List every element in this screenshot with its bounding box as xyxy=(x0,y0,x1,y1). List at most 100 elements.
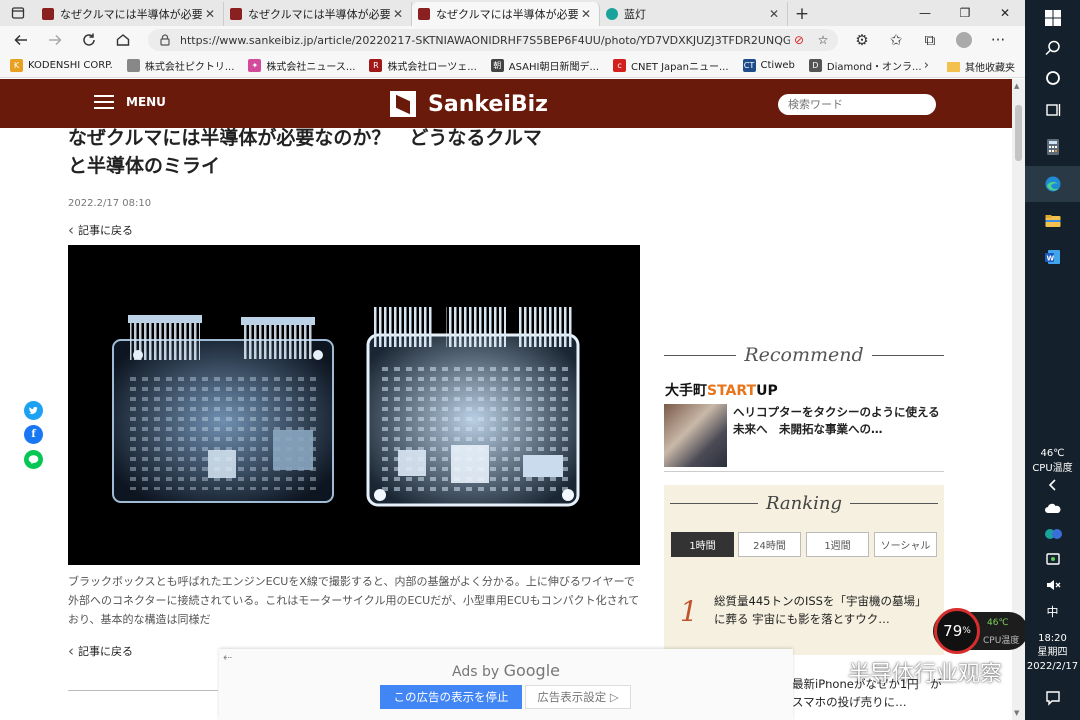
restore-button[interactable]: ❐ xyxy=(945,0,985,26)
recommend-thumbnail[interactable] xyxy=(664,404,727,467)
taskbar-search-button[interactable] xyxy=(1025,38,1080,58)
browser-tab-1[interactable]: なぜクルマには半導体が必要なのか ✕ xyxy=(36,2,224,26)
tab-close-icon[interactable]: ✕ xyxy=(391,7,405,21)
twitter-bird-icon xyxy=(29,406,38,415)
ranking-tab-24-hours[interactable]: 24時間 xyxy=(738,532,801,557)
cloud-icon xyxy=(1044,503,1060,513)
collections-button[interactable]: ⧉ xyxy=(913,26,947,54)
ad-settings-button[interactable]: 広告表示設定 ▷ xyxy=(525,685,631,709)
volume-tray[interactable] xyxy=(1025,576,1080,594)
task-view-button[interactable] xyxy=(1025,100,1080,120)
word-icon: W xyxy=(1044,250,1060,264)
lantern-tray[interactable] xyxy=(1025,524,1080,544)
favorites-button[interactable]: ✩ xyxy=(879,26,913,54)
tab-close-icon[interactable]: ✕ xyxy=(203,7,217,21)
ads-by-text: Ads by xyxy=(451,664,500,680)
minimize-button[interactable]: — xyxy=(905,0,945,26)
calculator-app[interactable] xyxy=(1025,136,1080,158)
url-text: https://www.sankeibiz.jp/article/2022021… xyxy=(180,33,790,47)
line-share-button[interactable] xyxy=(24,450,43,469)
scroll-down-icon[interactable]: ▼ xyxy=(1014,709,1019,717)
windows-logo-icon xyxy=(1044,10,1061,26)
sankeibiz-favicon-icon xyxy=(418,8,430,20)
close-window-button[interactable]: ✕ xyxy=(985,0,1025,26)
rank-1-article-link[interactable]: 総質量445トンのISSを「宇宙機の墓場」に葬る 宇宙にも影を落とすウク… xyxy=(714,592,936,628)
favorites-icon: ✩ xyxy=(889,31,903,49)
scroll-thumb[interactable] xyxy=(1015,105,1022,161)
tray-cpu-temp[interactable]: 46℃ CPU温度 xyxy=(1025,447,1080,475)
extensions-button[interactable]: ⚙ xyxy=(845,26,879,54)
browser-tab-4[interactable]: 蓝灯 ✕ xyxy=(600,2,788,26)
ranking-tab-1-hour[interactable]: 1時間 xyxy=(671,532,734,557)
file-explorer-app[interactable] xyxy=(1025,210,1080,232)
tab-actions-button[interactable] xyxy=(0,0,36,26)
home-icon xyxy=(116,34,130,46)
taskbar-clock[interactable]: 18:20 星期四 2022/2/17 xyxy=(1025,632,1080,674)
collections-icon: ⧉ xyxy=(924,31,936,49)
ranking-tab-1-week[interactable]: 1週間 xyxy=(806,532,869,557)
recommend-heading: Recommend xyxy=(664,343,944,367)
tray-cpu-temp-label: CPU温度 xyxy=(1032,463,1073,474)
settings-menu-button[interactable]: ··· xyxy=(981,26,1015,54)
network-monitor-tray[interactable] xyxy=(1025,550,1080,570)
forward-button[interactable] xyxy=(38,26,72,54)
otemachi-startup-logo[interactable]: 大手町STARTUP xyxy=(665,380,778,400)
folder-icon xyxy=(1045,215,1060,227)
search-input[interactable] xyxy=(778,94,936,115)
window-controls: — ❐ ✕ xyxy=(905,0,1025,26)
notification-center-button[interactable] xyxy=(1025,688,1080,708)
tab-close-icon[interactable]: ✕ xyxy=(579,7,593,21)
facebook-share-button[interactable]: f xyxy=(24,425,43,444)
back-to-article-link-bottom[interactable]: 記事に戻る xyxy=(68,642,133,660)
twitter-share-button[interactable] xyxy=(24,401,43,420)
ranking-tab-social[interactable]: ソーシャル xyxy=(874,532,937,557)
new-tab-button[interactable]: + xyxy=(788,2,816,26)
address-bar[interactable]: https://www.sankeibiz.jp/article/2022021… xyxy=(148,29,838,51)
other-bookmarks-folder[interactable]: 其他收藏夹 xyxy=(947,59,1015,74)
home-button[interactable] xyxy=(106,26,140,54)
word-app[interactable]: W xyxy=(1025,246,1080,268)
menu-label: MENU xyxy=(126,95,166,109)
favorite-star-icon[interactable]: ☆ xyxy=(814,31,832,49)
back-to-article-link[interactable]: 記事に戻る xyxy=(68,221,133,239)
browser-tab-2[interactable]: なぜクルマには半導体が必要なのか ✕ xyxy=(224,2,412,26)
browser-tab-3-active[interactable]: なぜクルマには半導体が必要なのか ✕ xyxy=(412,2,600,26)
site-logo[interactable]: SankeiBiz xyxy=(390,91,548,117)
tab-label: 蓝灯 xyxy=(624,8,646,21)
refresh-button[interactable] xyxy=(72,26,106,54)
bookmark-item[interactable]: 朝 ASAHI朝日新聞デ... xyxy=(490,58,599,73)
bookmark-item[interactable]: ✦ 株式会社ニュース... xyxy=(248,58,355,73)
profile-button[interactable] xyxy=(947,26,981,54)
cpu-monitor-widget[interactable]: 79% 46℃ CPU温度 xyxy=(933,608,1028,654)
avatar xyxy=(956,32,972,48)
back-button[interactable] xyxy=(4,26,38,54)
bookmark-item[interactable]: D Diamond・オンラ... xyxy=(808,58,922,73)
onedrive-tray[interactable] xyxy=(1025,500,1080,518)
monitor-green-icon xyxy=(1045,553,1060,565)
bookmark-label: Ctiweb xyxy=(760,60,795,71)
bookmark-item[interactable]: CT Ctiweb xyxy=(742,59,795,72)
bookmark-favicon-icon: R xyxy=(369,59,383,72)
bookmark-item[interactable]: c CNET Japanニュー... xyxy=(613,58,729,73)
cpu-temperature: 46℃ xyxy=(987,618,1009,628)
bookmarks-overflow-button[interactable]: › xyxy=(924,58,929,73)
bookmark-item[interactable]: R 株式会社ローツェ... xyxy=(369,58,477,73)
cortana-button[interactable] xyxy=(1025,68,1080,88)
start-button[interactable] xyxy=(1025,8,1080,28)
tab-label: なぜクルマには半導体が必要なのか xyxy=(248,8,391,21)
bookmark-item[interactable]: 株式会社ピクトリ... xyxy=(126,58,234,73)
tab-close-icon[interactable]: ✕ xyxy=(767,7,781,21)
show-hidden-icons-button[interactable] xyxy=(1025,476,1080,494)
stop-ad-button[interactable]: この広告の表示を停止 xyxy=(380,685,522,709)
cpu-usage-unit: % xyxy=(962,626,971,636)
scroll-up-icon[interactable]: ▲ xyxy=(1014,82,1019,90)
menu-button[interactable]: MENU xyxy=(94,95,166,109)
edge-app-active[interactable] xyxy=(1025,166,1080,202)
recommend-article-link[interactable]: ヘリコプターをタクシーのように使える未来へ 未開拓な事業への… xyxy=(733,404,943,438)
arrow-right-icon xyxy=(49,34,62,46)
tracking-blocked-icon[interactable]: ⊘ xyxy=(790,31,808,49)
cpu-temperature-label: CPU温度 xyxy=(983,636,1020,646)
ecu-xray-photo[interactable] xyxy=(68,245,640,565)
ime-indicator[interactable]: 中 xyxy=(1025,603,1080,619)
bookmark-item[interactable]: K KODENSHI CORP. xyxy=(10,59,113,72)
